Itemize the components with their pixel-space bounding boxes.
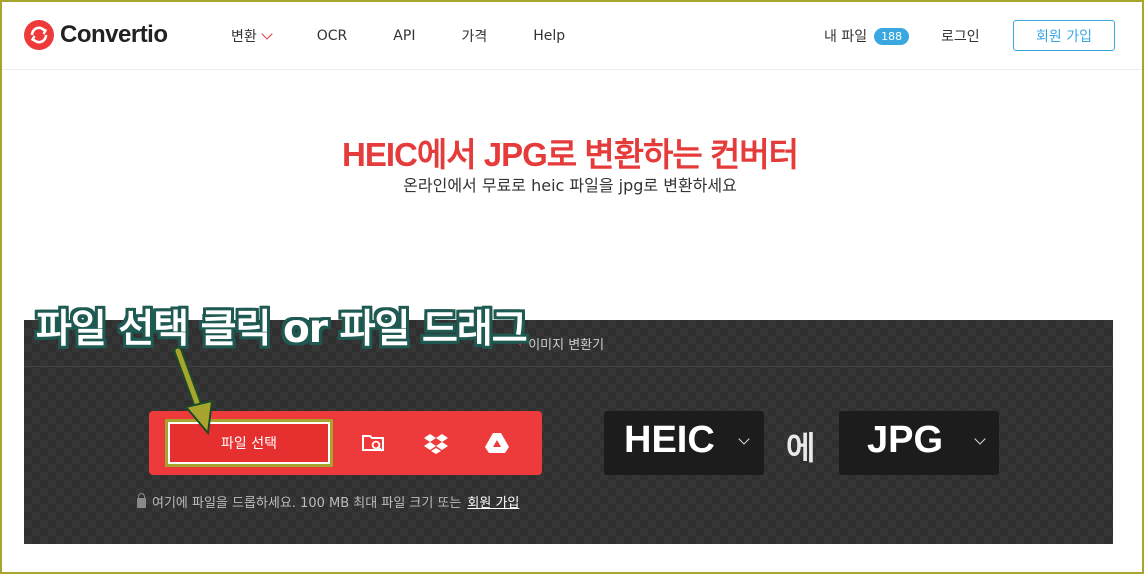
- nav-item-label: 변환: [231, 29, 257, 45]
- breadcrumb[interactable]: ‹ 이미지 변환기: [517, 334, 604, 353]
- lock-icon: [137, 492, 146, 508]
- my-files-link[interactable]: 내 파일 188: [824, 26, 910, 46]
- nav-item-convert[interactable]: 변환: [231, 26, 273, 46]
- to-format-select[interactable]: JPG: [839, 411, 999, 475]
- chevron-down-icon: [974, 433, 986, 445]
- login-link[interactable]: 로그인: [941, 26, 980, 46]
- drop-note-text: 여기에 파일을 드롭하세요. 100 MB 최대 파일 크기 또는: [152, 496, 462, 511]
- drop-note: 여기에 파일을 드롭하세요. 100 MB 최대 파일 크기 또는 회원 가입: [137, 492, 519, 511]
- page-title: HEIC에서 JPG로 변환하는 컨버터: [342, 136, 799, 173]
- site-header: Convertio 변환 OCR API 가격 Help 내 파일 188 로그…: [2, 2, 1142, 70]
- main-nav: 변환 OCR API 가격 Help: [231, 2, 565, 70]
- chevron-down-icon: [261, 28, 273, 40]
- annotation-arrow-icon: [173, 346, 214, 436]
- to-word: 에: [786, 429, 816, 467]
- from-format-select[interactable]: HEIC: [604, 411, 764, 475]
- tutorial-annotation: 파일 선택 클릭 or 파일 드래그: [36, 307, 528, 352]
- nav-item-label: Help: [533, 28, 566, 44]
- nav-item-pricing[interactable]: 가격: [461, 26, 487, 46]
- from-format-value: HEIC: [624, 419, 715, 461]
- logo-text: Convertio: [60, 21, 168, 48]
- my-files-count-badge: 188: [874, 27, 910, 45]
- logo[interactable]: Convertio: [24, 20, 168, 50]
- signup-button[interactable]: 회원 가입: [1013, 20, 1115, 51]
- nav-item-ocr[interactable]: OCR: [317, 28, 348, 44]
- nav-item-label: API: [393, 28, 416, 44]
- nav-item-help[interactable]: Help: [533, 28, 565, 44]
- my-files-label: 내 파일: [824, 29, 868, 45]
- chevron-down-icon: [738, 433, 750, 445]
- dropbox-icon[interactable]: [423, 431, 449, 455]
- convertio-refresh-icon: [24, 20, 54, 50]
- breadcrumb-label: 이미지 변환기: [528, 338, 605, 353]
- google-drive-icon[interactable]: [484, 431, 510, 455]
- page-subtitle: 온라인에서 무료로 heic 파일을 jpg로 변환하세요: [403, 176, 737, 195]
- folder-search-icon[interactable]: [361, 431, 387, 455]
- nav-item-label: 가격: [461, 29, 488, 45]
- nav-item-label: OCR: [316, 28, 348, 44]
- to-format-value: JPG: [867, 419, 944, 461]
- drop-note-signup-link[interactable]: 회원 가입: [467, 492, 519, 511]
- nav-item-api[interactable]: API: [393, 28, 415, 44]
